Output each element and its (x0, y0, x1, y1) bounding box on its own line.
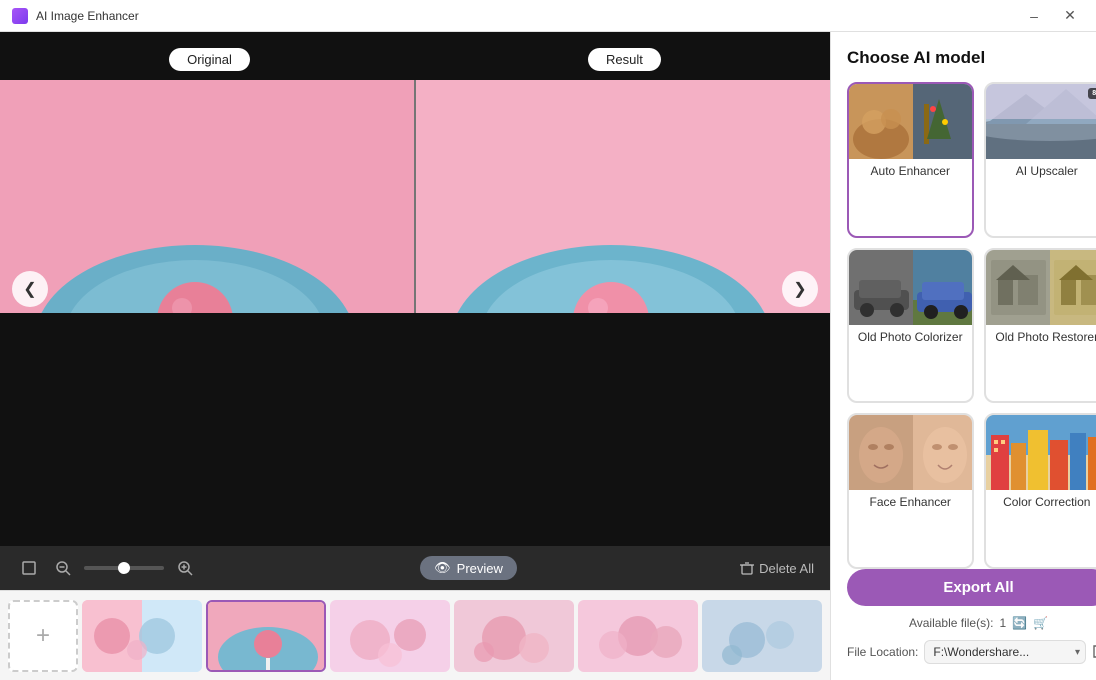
nav-next-button[interactable]: ❯ (782, 271, 818, 307)
toolbar: 👁 Preview Delete All (0, 546, 830, 590)
model-thumb-face-enhancer (849, 415, 972, 490)
title-bar-controls: – ✕ (1020, 6, 1084, 26)
zoom-in-button[interactable] (172, 555, 198, 581)
zoom-out-button[interactable] (50, 555, 76, 581)
list-item[interactable] (702, 600, 822, 672)
main-layout: Original Result ❮ ❯ (0, 32, 1096, 680)
app-title: AI Image Enhancer (36, 9, 139, 23)
left-panel: Original Result ❮ ❯ (0, 32, 830, 680)
model-card-color-correction[interactable]: Color Correction (984, 413, 1096, 569)
file-location-row: File Location: F:\Wondershare... ▾ (847, 640, 1096, 664)
crop-tool-button[interactable] (16, 555, 42, 581)
model-label-ai-upscaler: AI Upscaler (986, 159, 1096, 183)
right-bottom: Export All Available file(s): 1 🔄 🛒 File… (847, 569, 1096, 664)
refresh-icon[interactable]: 🔄 (1012, 616, 1027, 630)
right-panel: Choose AI model (830, 32, 1096, 680)
minimize-button[interactable]: – (1020, 6, 1048, 26)
file-info-row: Available file(s): 1 🔄 🛒 (847, 616, 1096, 630)
nav-prev-button[interactable]: ❮ (12, 271, 48, 307)
model-label-old-photo-restorer: Old Photo Restorer (986, 325, 1096, 349)
model-label-face-enhancer: Face Enhancer (849, 490, 972, 514)
browse-folder-button[interactable] (1092, 641, 1096, 664)
export-all-button[interactable]: Export All (847, 569, 1096, 606)
zoom-thumb (118, 562, 130, 574)
list-item[interactable] (454, 600, 574, 672)
model-grid: Auto Enhancer 8k (847, 82, 1096, 569)
preview-button[interactable]: 👁 Preview (420, 556, 517, 580)
image-area: Original Result ❮ ❯ (0, 32, 830, 546)
file-location-label: File Location: (847, 645, 918, 659)
list-item[interactable] (82, 600, 202, 672)
list-item[interactable] (330, 600, 450, 672)
add-icon: + (36, 622, 50, 650)
list-item[interactable] (578, 600, 698, 672)
available-files-count: 1 (999, 616, 1006, 630)
model-thumb-color-correction (986, 415, 1096, 490)
file-location-select-wrapper: F:\Wondershare... ▾ (924, 640, 1086, 664)
delete-all-label: Delete All (759, 561, 814, 576)
preview-label: Preview (457, 561, 503, 576)
model-thumb-old-photo-restorer (986, 250, 1096, 325)
model-card-old-photo-restorer[interactable]: Old Photo Restorer (984, 248, 1096, 404)
choose-model-title: Choose AI model (847, 48, 1096, 68)
toolbar-left (16, 555, 198, 581)
model-card-ai-upscaler[interactable]: 8k AI Upscaler (984, 82, 1096, 238)
model-card-old-photo-colorizer[interactable]: Old Photo Colorizer (847, 248, 974, 404)
add-image-button[interactable]: + (8, 600, 78, 672)
image-labels: Original Result (0, 48, 830, 71)
file-location-select[interactable]: F:\Wondershare... (924, 640, 1086, 664)
delete-all-button[interactable]: Delete All (739, 560, 814, 576)
model-card-auto-enhancer[interactable]: Auto Enhancer (847, 82, 974, 238)
model-thumb-auto-enhancer (849, 84, 972, 159)
model-card-face-enhancer[interactable]: Face Enhancer (847, 413, 974, 569)
eye-icon: 👁 (434, 560, 451, 576)
list-item[interactable] (206, 600, 326, 672)
result-label: Result (588, 48, 661, 71)
cart-icon[interactable]: 🛒 (1033, 616, 1048, 630)
model-label-old-photo-colorizer: Old Photo Colorizer (849, 325, 972, 349)
available-files-label: Available file(s): (909, 616, 993, 630)
upscaler-badge: 8k (1088, 88, 1096, 99)
close-button[interactable]: ✕ (1056, 6, 1084, 26)
thumbnail-strip: + (0, 590, 830, 680)
app-icon (12, 8, 28, 24)
model-thumb-old-photo-colorizer (849, 250, 972, 325)
model-label-auto-enhancer: Auto Enhancer (849, 159, 972, 183)
title-bar: AI Image Enhancer – ✕ (0, 0, 1096, 32)
original-label: Original (169, 48, 250, 71)
model-label-color-correction: Color Correction (986, 490, 1096, 514)
model-thumb-ai-upscaler: 8k (986, 84, 1096, 159)
zoom-slider[interactable] (84, 566, 164, 570)
title-bar-left: AI Image Enhancer (12, 8, 139, 24)
